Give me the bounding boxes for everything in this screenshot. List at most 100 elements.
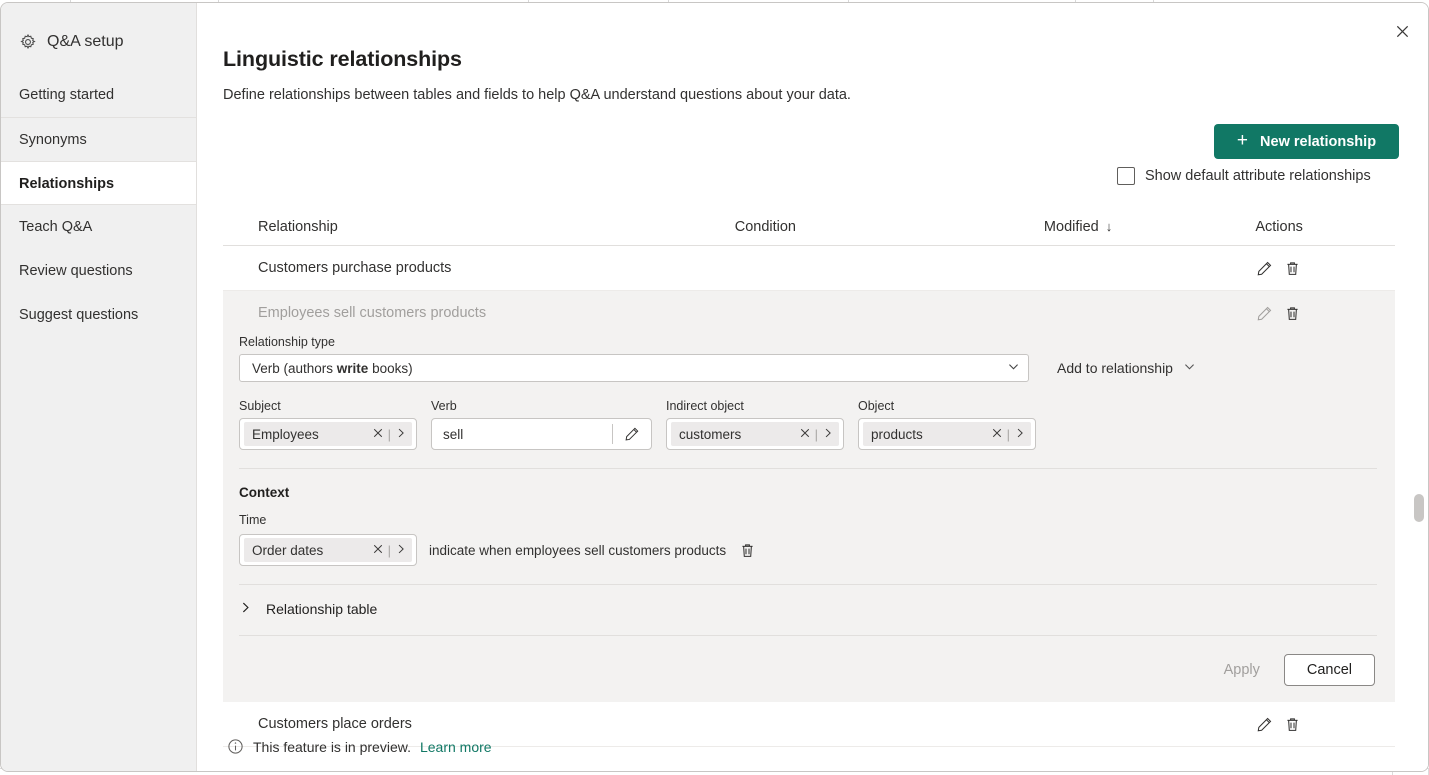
show-default-checkbox[interactable] bbox=[1117, 167, 1135, 185]
subject-field[interactable]: Employees | bbox=[239, 418, 417, 450]
close-icon[interactable] bbox=[799, 427, 811, 442]
token-divider: | bbox=[1006, 426, 1010, 442]
panel-action-buttons: Apply Cancel bbox=[239, 654, 1377, 686]
sidebar-item-getting-started[interactable]: Getting started bbox=[1, 73, 196, 117]
slot-object: Object products | bbox=[858, 399, 1036, 450]
pencil-icon[interactable] bbox=[613, 426, 651, 442]
sidebar-item-label: Suggest questions bbox=[19, 307, 139, 323]
verb-value: sell bbox=[443, 426, 464, 442]
time-token[interactable]: Order dates | bbox=[244, 538, 412, 562]
chevron-right-icon[interactable] bbox=[395, 543, 407, 558]
sidebar-item-label: Getting started bbox=[19, 87, 115, 103]
indirect-object-label: Indirect object bbox=[666, 399, 744, 413]
sidebar-item-relationships[interactable]: Relationships bbox=[1, 161, 196, 205]
panel-divider bbox=[239, 584, 1377, 585]
time-phrase: indicate when employees sell customers p… bbox=[429, 542, 727, 558]
column-header-condition[interactable]: Condition bbox=[735, 219, 1044, 235]
relationship-slots-row: Subject Employees | Verb sell Indirect o… bbox=[239, 399, 1377, 450]
sidebar-item-review-questions[interactable]: Review questions bbox=[1, 249, 196, 293]
show-default-attribute-relationships-row[interactable]: Show default attribute relationships bbox=[1117, 167, 1371, 185]
trash-icon[interactable] bbox=[738, 541, 756, 559]
object-field[interactable]: products | bbox=[858, 418, 1036, 450]
preview-footer: This feature is in preview. Learn more bbox=[227, 738, 492, 755]
token-divider: | bbox=[814, 426, 818, 442]
add-to-relationship-label: Add to relationship bbox=[1057, 360, 1173, 376]
relationship-type-label: Relationship type bbox=[239, 335, 335, 349]
cancel-button[interactable]: Cancel bbox=[1283, 654, 1375, 686]
qa-setup-dialog: Q&A setup Getting started Synonyms Relat… bbox=[0, 2, 1429, 772]
cell-relationship: Customers place orders bbox=[258, 716, 412, 732]
table-row[interactable]: Employees sell customers products bbox=[223, 291, 1395, 335]
page-subtitle: Define relationships between tables and … bbox=[223, 86, 851, 103]
sidebar-item-suggest-questions[interactable]: Suggest questions bbox=[1, 293, 196, 337]
trash-icon[interactable] bbox=[1283, 259, 1301, 277]
close-icon[interactable] bbox=[991, 427, 1003, 442]
pencil-icon[interactable] bbox=[1255, 715, 1273, 733]
chevron-down-icon bbox=[1007, 360, 1020, 376]
cell-actions bbox=[1255, 715, 1395, 733]
verb-field[interactable]: sell bbox=[431, 418, 652, 450]
column-header-modified-label: Modified bbox=[1043, 219, 1099, 235]
scrollbar-track[interactable] bbox=[1414, 5, 1426, 769]
apply-button[interactable]: Apply bbox=[1218, 662, 1266, 678]
subject-token-label: Employees bbox=[252, 426, 319, 442]
verb-label: Verb bbox=[431, 399, 457, 413]
object-label: Object bbox=[858, 399, 895, 413]
sidebar-item-synonyms[interactable]: Synonyms bbox=[1, 117, 196, 161]
chevron-right-icon bbox=[239, 601, 252, 617]
close-icon[interactable] bbox=[372, 427, 384, 442]
column-header-modified[interactable]: Modified ↓ bbox=[1044, 219, 1255, 235]
context-time-row: Order dates | indicate when employees se… bbox=[239, 534, 1377, 566]
sidebar-item-label: Relationships bbox=[19, 176, 115, 192]
time-token-label: Order dates bbox=[252, 542, 324, 558]
relationship-type-group: Relationship type Verb (authors write bo… bbox=[239, 335, 1029, 382]
relationship-type-row: Relationship type Verb (authors write bo… bbox=[239, 335, 1377, 382]
show-default-label: Show default attribute relationships bbox=[1145, 168, 1371, 184]
learn-more-link[interactable]: Learn more bbox=[420, 739, 492, 755]
sidebar-item-label: Synonyms bbox=[19, 132, 87, 148]
chevron-right-icon[interactable] bbox=[822, 427, 834, 442]
trash-icon[interactable] bbox=[1283, 715, 1301, 733]
token-divider: | bbox=[387, 542, 391, 558]
column-header-relationship[interactable]: Relationship bbox=[223, 219, 735, 235]
arrow-down-icon: ↓ bbox=[1105, 219, 1113, 234]
chevron-down-icon bbox=[1183, 360, 1196, 376]
sidebar-title: Q&A setup bbox=[1, 3, 196, 51]
slot-subject: Subject Employees | bbox=[239, 399, 417, 450]
table-row[interactable]: Customers purchase products bbox=[223, 246, 1395, 291]
pencil-icon[interactable] bbox=[1255, 259, 1273, 277]
object-token[interactable]: products | bbox=[863, 422, 1031, 446]
sidebar-item-teach-qa[interactable]: Teach Q&A bbox=[1, 205, 196, 249]
new-relationship-label: New relationship bbox=[1260, 133, 1377, 150]
close-icon[interactable] bbox=[372, 543, 384, 558]
subject-token[interactable]: Employees | bbox=[244, 422, 412, 446]
relationships-table: Relationship Condition Modified ↓ Actions… bbox=[223, 209, 1395, 747]
relationship-type-value-prefix: Verb (authors bbox=[252, 360, 337, 376]
pencil-icon[interactable] bbox=[1255, 304, 1273, 322]
info-icon bbox=[227, 738, 244, 755]
relationship-type-select[interactable]: Verb (authors write books) bbox=[239, 354, 1029, 382]
chevron-right-icon[interactable] bbox=[1014, 427, 1026, 442]
trash-icon[interactable] bbox=[1283, 304, 1301, 322]
relationship-edit-panel: Relationship type Verb (authors write bo… bbox=[223, 335, 1395, 702]
context-heading: Context bbox=[239, 485, 290, 500]
add-to-relationship-button[interactable]: Add to relationship bbox=[1057, 354, 1196, 382]
close-icon[interactable] bbox=[1386, 15, 1418, 47]
sidebar: Q&A setup Getting started Synonyms Relat… bbox=[1, 3, 197, 771]
indirect-object-token[interactable]: customers | bbox=[671, 422, 839, 446]
new-relationship-button[interactable]: + New relationship bbox=[1214, 124, 1399, 159]
cell-relationship: Customers purchase products bbox=[258, 260, 452, 276]
scrollbar-thumb[interactable] bbox=[1414, 494, 1424, 522]
time-field[interactable]: Order dates | bbox=[239, 534, 417, 566]
chevron-right-icon[interactable] bbox=[395, 427, 407, 442]
page-title: Linguistic relationships bbox=[223, 47, 462, 72]
panel-divider bbox=[239, 635, 1377, 636]
indirect-object-field[interactable]: customers | bbox=[666, 418, 844, 450]
time-label: Time bbox=[239, 513, 267, 527]
relationship-table-expander[interactable]: Relationship table bbox=[239, 601, 1377, 617]
sidebar-nav-list: Getting started Synonyms Relationships T… bbox=[1, 73, 196, 337]
gear-icon bbox=[19, 33, 37, 51]
indirect-object-token-label: customers bbox=[679, 426, 742, 442]
relationship-type-value: Verb (authors write books) bbox=[252, 361, 1007, 376]
plus-icon: + bbox=[1236, 130, 1249, 151]
